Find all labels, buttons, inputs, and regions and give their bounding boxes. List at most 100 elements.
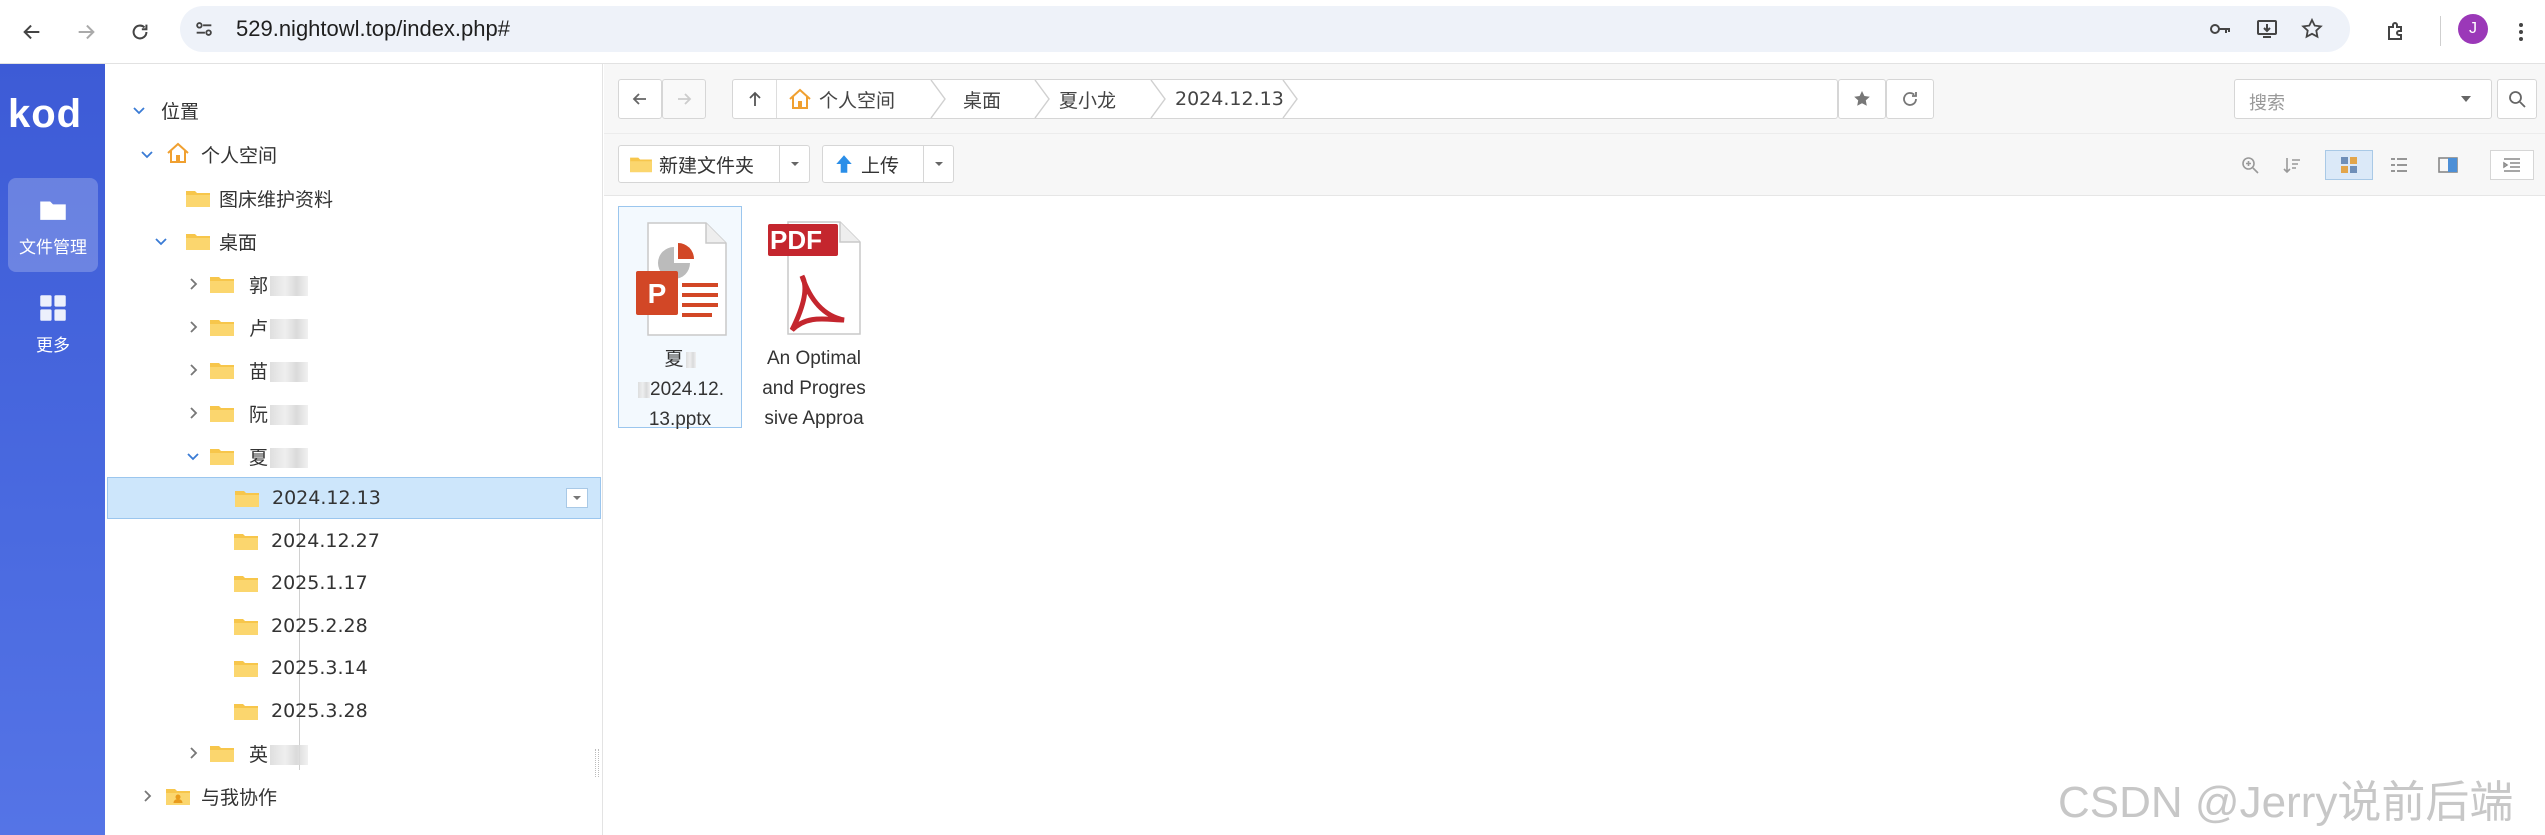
chevron-right-icon[interactable] (183, 317, 203, 337)
tree-item-label: 卢 (249, 314, 309, 341)
tree-item-folder-xia[interactable]: 夏 (105, 435, 603, 477)
breadcrumb: 个人空间 桌面 夏小龙 2024.12.13 (732, 79, 1838, 119)
chevron-down-icon[interactable] (151, 231, 171, 251)
new-folder-label: 新建文件夹 (659, 154, 755, 177)
row-menu-dropdown[interactable] (566, 488, 588, 508)
tree-item-folder[interactable]: 苗 (105, 349, 603, 391)
address-bar[interactable]: 529.nightowl.top/index.php# (180, 6, 2350, 52)
breadcrumb-item[interactable]: 夏小龙 (1059, 80, 1116, 118)
view-split-button[interactable] (2424, 150, 2472, 180)
forward-folder-button[interactable] (662, 79, 706, 119)
grid-icon (40, 294, 66, 321)
breadcrumb-item[interactable]: 个人空间 (787, 80, 895, 118)
chevron-right-icon[interactable] (183, 743, 203, 763)
upload-dropdown[interactable] (923, 146, 953, 182)
file-item-pptx[interactable]: P 夏 2024.12. 13.pptx (618, 206, 742, 430)
file-item-pdf[interactable]: PDF An Optimal and Progres sive Approa (752, 206, 876, 429)
chevron-down-icon[interactable] (183, 446, 203, 466)
watermark: CSDN @Jerry说前后端 (2058, 778, 2514, 827)
profile-avatar[interactable]: J (2458, 14, 2488, 44)
breadcrumb-item[interactable]: 桌面 (963, 80, 1001, 118)
bookmark-star-icon[interactable] (2298, 15, 2326, 43)
redacted-text (685, 351, 696, 368)
search-box[interactable]: 搜索 (2234, 79, 2492, 119)
details-panel-button[interactable] (2490, 150, 2534, 180)
chevron-right-icon[interactable] (137, 786, 157, 806)
refresh-icon (1903, 92, 1917, 106)
tree-item-desktop[interactable]: 桌面 (105, 220, 603, 262)
breadcrumb-separator (1282, 80, 1298, 118)
chevron-down-icon[interactable] (129, 100, 149, 120)
breadcrumb-separator (1150, 80, 1166, 118)
pptx-file-icon: P (630, 219, 730, 337)
back-button[interactable] (12, 12, 52, 52)
caret-down-icon (573, 496, 581, 500)
chevron-right-icon[interactable] (183, 360, 203, 380)
tree-item-folder[interactable]: 卢 (105, 306, 603, 348)
tree-item-label: 2025.3.28 (271, 700, 368, 722)
tree-item-label: 桌面 (219, 231, 258, 254)
tree-item-folder[interactable]: 2025.3.28 (105, 690, 603, 732)
tree-item-folder[interactable]: 2025.1.17 (105, 562, 603, 604)
nav-more[interactable]: 更多 (8, 276, 98, 370)
tree-item-label: 郭 (249, 271, 309, 298)
tree-item-label: 夏 (249, 443, 309, 470)
caret-down-icon[interactable] (2459, 92, 2473, 106)
tree-item-collaboration[interactable]: 与我协作 (105, 775, 603, 817)
nav-file-manager[interactable]: 文件管理 (8, 178, 98, 272)
breadcrumb-label: 个人空间 (819, 89, 896, 112)
upload-arrow-icon (836, 155, 852, 173)
tree-item-folder[interactable]: 2025.3.14 (105, 647, 603, 689)
extensions-button[interactable] (2376, 12, 2416, 52)
panel-resize-handle[interactable] (595, 749, 599, 777)
folder-icon (210, 363, 234, 379)
pdf-file-icon: PDF (764, 218, 864, 336)
folder-icon (186, 234, 210, 250)
app-logo: kod (8, 92, 83, 136)
tree-item-folder[interactable]: 图床维护资料 (105, 177, 603, 219)
tree-item-folder[interactable]: 郭 (105, 263, 603, 305)
new-folder-dropdown[interactable] (779, 146, 809, 182)
refresh-button[interactable] (1886, 79, 1934, 119)
tree-item-location[interactable]: 位置 (105, 89, 603, 131)
tree-item-folder[interactable]: 2025.2.28 (105, 605, 603, 647)
breadcrumb-separator (930, 80, 946, 118)
grid-view-icon (2341, 157, 2357, 173)
caret-down-icon (934, 162, 943, 166)
tree-item-folder[interactable]: 英 (105, 732, 603, 774)
password-key-icon[interactable] (2206, 15, 2234, 43)
arrow-up-icon (748, 91, 761, 106)
url-text[interactable]: 529.nightowl.top/index.php# (236, 16, 510, 42)
favorite-button[interactable] (1838, 79, 1886, 119)
chevron-right-icon[interactable] (183, 403, 203, 423)
up-level-button[interactable] (733, 80, 777, 118)
sort-button[interactable] (2276, 150, 2308, 180)
forward-button[interactable] (66, 12, 106, 52)
reload-button[interactable] (120, 12, 160, 52)
breadcrumb-label: 桌面 (963, 89, 1002, 112)
arrow-right-icon (78, 24, 95, 40)
tree-item-label: 2024.12.27 (271, 530, 380, 552)
browser-menu-button[interactable] (2503, 12, 2539, 52)
search-button[interactable] (2497, 79, 2537, 119)
back-folder-button[interactable] (618, 79, 662, 119)
site-info-icon[interactable] (190, 15, 218, 43)
new-folder-button[interactable]: 新建文件夹 (618, 145, 810, 183)
folder-icon (210, 277, 234, 293)
view-icon-button[interactable] (2325, 150, 2373, 180)
upload-button[interactable]: 上传 (822, 145, 954, 183)
tree-item-folder[interactable]: 阮 (105, 392, 603, 434)
tree-item-label: 2025.3.14 (271, 657, 368, 679)
zoom-button[interactable] (2234, 150, 2266, 180)
view-list-button[interactable] (2375, 150, 2423, 180)
chevron-right-icon[interactable] (183, 274, 203, 294)
folder-icon (210, 746, 234, 762)
tree-item-folder-selected[interactable]: 2024.12.13 (107, 477, 601, 519)
tree-item-label: 位置 (161, 100, 200, 123)
redacted-text (270, 319, 309, 339)
install-app-icon[interactable] (2253, 15, 2281, 43)
chevron-down-icon[interactable] (137, 144, 157, 164)
tree-item-personal-space[interactable]: 个人空间 (105, 133, 603, 175)
breadcrumb-item-current[interactable]: 2024.12.13 (1175, 80, 1284, 118)
tree-item-folder[interactable]: 2024.12.27 (105, 520, 603, 562)
